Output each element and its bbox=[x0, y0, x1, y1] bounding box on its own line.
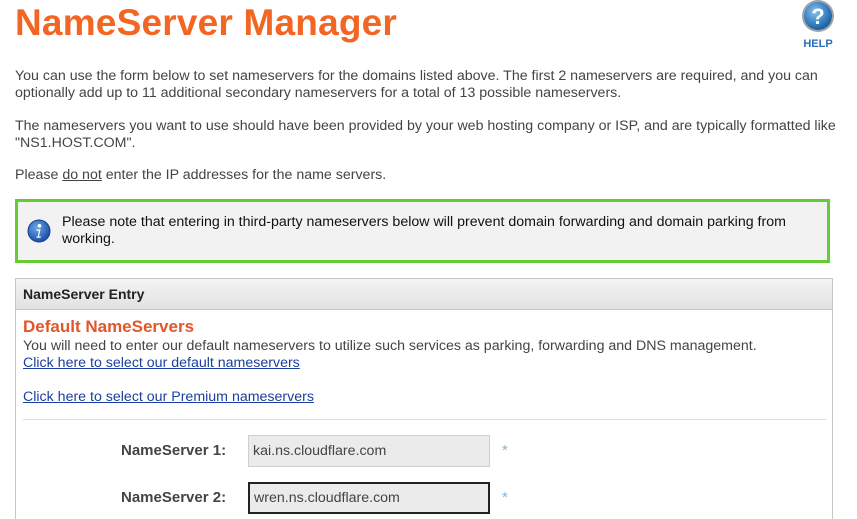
required-mark-2: * bbox=[502, 489, 508, 506]
intro-p3-after: enter the IP addresses for the name serv… bbox=[101, 167, 387, 183]
nameserver-2-input[interactable] bbox=[248, 482, 490, 514]
nameserver-panel: NameServer Entry Default NameServers You… bbox=[15, 278, 833, 519]
info-icon bbox=[27, 219, 51, 243]
intro-p3-before: Please bbox=[15, 167, 63, 183]
svg-text:?: ? bbox=[811, 4, 824, 29]
section-title: Default NameServers bbox=[23, 317, 195, 336]
nameserver-2-label: NameServer 2: bbox=[121, 489, 227, 506]
help-button[interactable]: ? HELP bbox=[797, 0, 839, 50]
divider bbox=[23, 419, 826, 420]
select-default-nameservers-link[interactable]: Click here to select our default nameser… bbox=[23, 355, 300, 371]
panel-header: NameServer Entry bbox=[16, 279, 832, 310]
help-label[interactable]: HELP bbox=[797, 38, 839, 50]
intro-p3-emphasis: do not bbox=[62, 167, 102, 183]
page-title: NameServer Manager bbox=[15, 2, 398, 43]
select-premium-nameservers-link[interactable]: Click here to select our Premium nameser… bbox=[23, 389, 314, 405]
nameserver-1-input[interactable] bbox=[248, 435, 490, 467]
notice-box: Please note that entering in third-party… bbox=[15, 199, 830, 263]
intro-paragraph-2: The nameservers you want to use should h… bbox=[15, 118, 836, 151]
intro-paragraph-1: You can use the form below to set namese… bbox=[15, 68, 818, 101]
required-mark-1: * bbox=[502, 442, 508, 459]
section-description: You will need to enter our default names… bbox=[23, 338, 757, 354]
intro-paragraph-3: Please do not enter the IP addresses for… bbox=[15, 167, 845, 184]
notice-text: Please note that entering in third-party… bbox=[62, 214, 786, 247]
nameserver-1-label: NameServer 1: bbox=[121, 442, 227, 459]
help-icon[interactable]: ? bbox=[800, 0, 836, 32]
